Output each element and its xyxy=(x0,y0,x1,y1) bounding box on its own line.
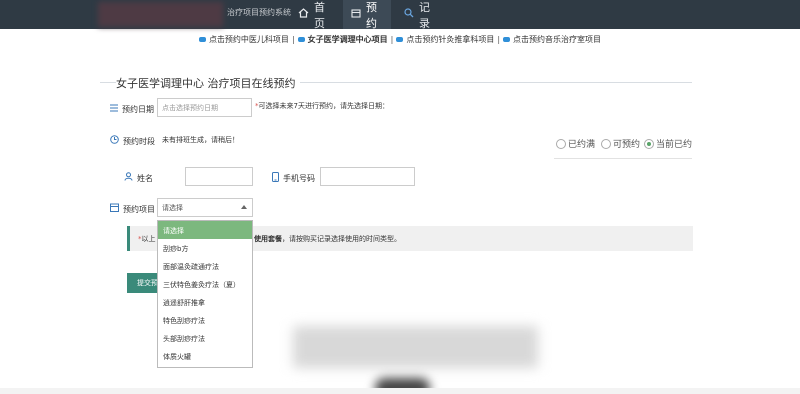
dropdown-option[interactable]: 特色刮痧疗法 xyxy=(158,311,252,329)
radio-checked-icon xyxy=(644,138,654,149)
dropdown-option[interactable]: 体质火罐 xyxy=(158,347,252,365)
nav-booking[interactable]: 预约 xyxy=(343,0,391,30)
list-icon xyxy=(110,104,118,115)
link-separator: | xyxy=(497,34,501,44)
link-separator: | xyxy=(390,34,394,44)
nav-booking-label: 预约 xyxy=(366,0,377,30)
item-label: 预约项目 xyxy=(110,203,155,215)
nav-records-label: 记录 xyxy=(419,0,430,30)
home-icon xyxy=(298,8,309,21)
calendar-icon xyxy=(351,8,361,21)
system-name: 治疗项目预约系统 xyxy=(227,8,291,17)
clock-icon xyxy=(110,135,119,147)
chat-icon xyxy=(503,36,511,42)
legend-divider xyxy=(554,158,692,159)
name-input[interactable] xyxy=(185,167,253,186)
radio-icon xyxy=(601,138,611,149)
nav-records[interactable]: 记录 xyxy=(396,0,446,30)
link-separator: | xyxy=(291,34,295,44)
legend-available: 可预约 xyxy=(601,137,640,150)
phone-icon xyxy=(272,172,279,185)
blurred-content xyxy=(293,326,538,368)
item-select[interactable]: 请选择 xyxy=(157,198,253,217)
item-select-value: 请选择 xyxy=(162,204,183,212)
chat-icon xyxy=(297,36,305,42)
page-title: 女子医学调理中心 治疗项目在线预约 xyxy=(116,75,300,91)
nav-home[interactable]: 首页 xyxy=(290,0,340,30)
chat-icon xyxy=(198,36,206,42)
calendar-grid-icon xyxy=(110,203,119,215)
dropdown-option[interactable]: 三伏特色姜灸疗法（夏） xyxy=(158,275,252,293)
dropdown-option[interactable]: 头部刮痧疗法 xyxy=(158,329,252,347)
top-navbar: 治疗项目预约系统 首页 预约 记录 xyxy=(0,0,800,30)
phone-label: 手机号码 xyxy=(272,172,315,185)
blurred-logo xyxy=(98,2,223,27)
user-icon xyxy=(124,172,133,184)
radio-icon xyxy=(556,138,566,149)
chat-icon xyxy=(396,36,404,42)
date-label: 预约日期 xyxy=(110,104,154,115)
caret-up-icon xyxy=(241,205,247,209)
search-icon xyxy=(404,8,414,21)
period-label: 预约时段 xyxy=(110,135,155,147)
dropdown-option[interactable]: 面部温灸疏通疗法 xyxy=(158,257,252,275)
link-women-center[interactable]: 女子医学调理中心项目 xyxy=(297,34,388,45)
item-dropdown-list: 请选择 刮痧b方 面部温灸疏通疗法 三伏特色姜灸疗法（夏） 逍遥舒肝推拿 特色刮… xyxy=(157,220,253,368)
dropdown-option[interactable]: 逍遥舒肝推拿 xyxy=(158,293,252,311)
period-status: 未有排班生成，请稍后！ xyxy=(162,136,239,144)
nav-home-label: 首页 xyxy=(314,0,325,30)
legend-full: 已约满 xyxy=(556,137,595,150)
department-links: 点击预约中医儿科项目 | 女子医学调理中心项目 | 点击预约针灸推拿科项目 | … xyxy=(0,29,800,49)
link-pediatrics[interactable]: 点击预约中医儿科项目 xyxy=(198,34,289,45)
phone-input[interactable] xyxy=(320,167,415,186)
link-acupuncture[interactable]: 点击预约针灸推拿科项目 xyxy=(396,34,494,45)
date-hint: *可选择未来7天进行预约，请先选择日期： xyxy=(255,102,389,110)
footer-strip xyxy=(0,388,800,394)
dropdown-option[interactable]: 刮痧b方 xyxy=(158,239,252,257)
legend-booked: 当前已约 xyxy=(644,137,692,150)
date-input[interactable]: 点击选择预约日期 xyxy=(157,98,252,117)
link-music-therapy[interactable]: 点击预约音乐治疗室项目 xyxy=(503,34,601,45)
name-label: 姓名 xyxy=(124,172,153,184)
dropdown-option[interactable]: 请选择 xyxy=(158,221,252,239)
